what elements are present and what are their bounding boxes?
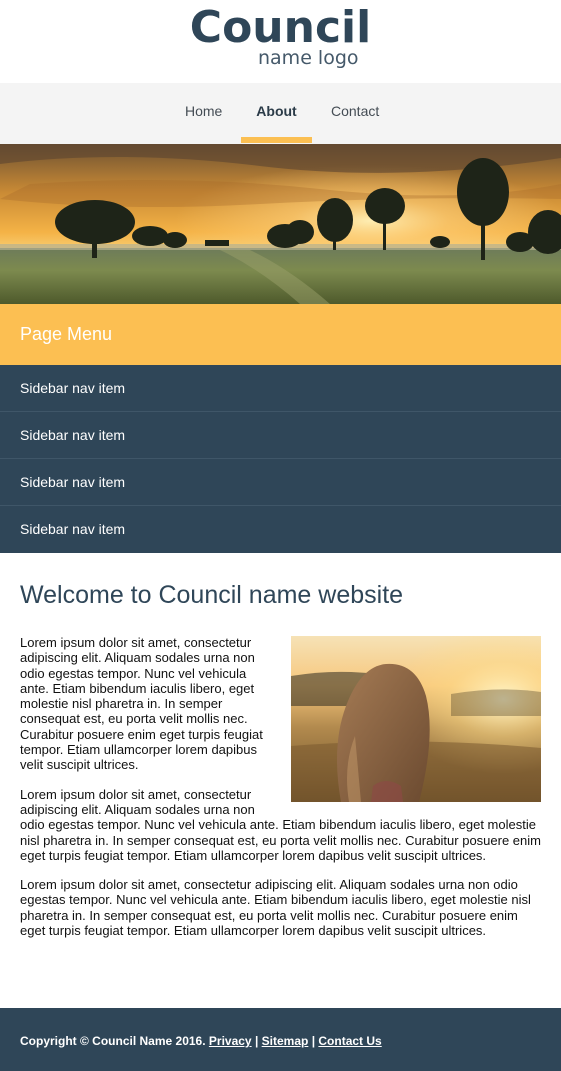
nav-item-about[interactable]: About <box>241 83 312 144</box>
main-nav: Home About Contact <box>0 83 561 144</box>
site-header: Council name logo <box>0 0 561 83</box>
content-paragraph: Lorem ipsum dolor sit amet, consectetur … <box>20 877 531 939</box>
logo-main-text: Council <box>189 2 372 53</box>
page-title: Welcome to Council name website <box>20 581 404 609</box>
footer-link-sitemap[interactable]: Sitemap <box>262 1034 309 1048</box>
nav-active-indicator <box>241 137 312 143</box>
nav-item-home[interactable]: Home <box>185 83 222 144</box>
footer-separator: | <box>311 1034 316 1048</box>
nav-item-contact[interactable]: Contact <box>331 83 379 144</box>
logo-sub-text: name logo <box>258 47 359 69</box>
footer-link-privacy[interactable]: Privacy <box>209 1034 252 1048</box>
sidebar-nav-item[interactable]: Sidebar nav item <box>0 459 561 506</box>
main-content: Welcome to Council name website Lorem ip… <box>0 553 561 938</box>
hero-banner-image <box>0 144 561 304</box>
girl-in-field-image <box>291 636 541 802</box>
footer-separator: | <box>254 1034 259 1048</box>
sidebar-nav-item[interactable]: Sidebar nav item <box>0 506 561 553</box>
site-footer: Copyright © Council Name 2016. Privacy |… <box>0 1008 561 1071</box>
footer-link-contact-us[interactable]: Contact Us <box>318 1034 381 1048</box>
page-menu-heading: Page Menu <box>0 304 561 365</box>
sidebar-nav-item[interactable]: Sidebar nav item <box>0 365 561 412</box>
sidebar-nav-item[interactable]: Sidebar nav item <box>0 412 561 459</box>
footer-copyright: Copyright © Council Name 2016. <box>20 1034 206 1048</box>
sidebar-nav: Sidebar nav item Sidebar nav item Sideba… <box>0 365 561 553</box>
council-logo[interactable]: Council name logo <box>0 2 561 70</box>
